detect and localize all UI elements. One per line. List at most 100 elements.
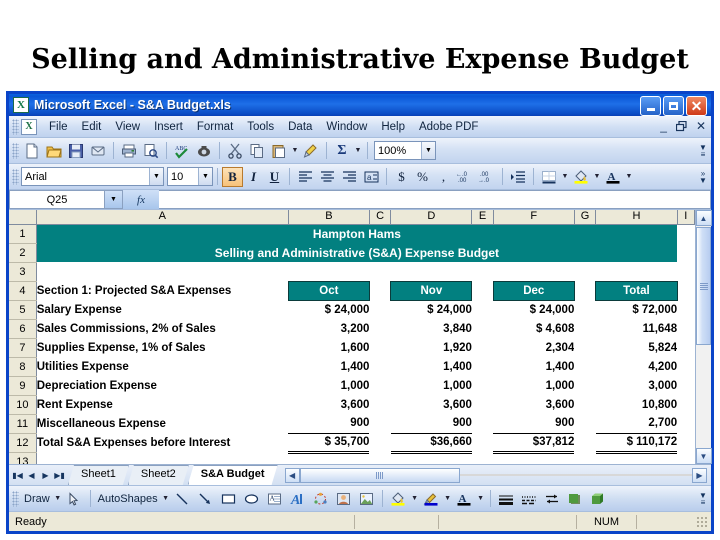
column-header-e[interactable]: E (471, 210, 494, 225)
cell-header-total[interactable]: Total (595, 280, 678, 301)
cell-dec-depreciation[interactable]: 1,000 (493, 376, 575, 395)
scroll-right-icon[interactable]: ▶ (692, 467, 707, 483)
document-restore-icon[interactable] (675, 120, 687, 132)
cell-total-miscellaneous[interactable]: 2,700 (596, 414, 677, 433)
paste-dropdown-icon[interactable]: ▼ (290, 147, 300, 154)
last-sheet-icon[interactable]: ▶▮ (53, 471, 66, 480)
dash-style-icon[interactable] (518, 488, 541, 509)
cell-oct-miscellaneous[interactable]: 900 (288, 414, 369, 433)
fill-color-icon[interactable] (387, 488, 410, 509)
row-header-2[interactable]: 2 (9, 243, 37, 263)
name-box[interactable]: Q25 (9, 190, 105, 209)
vertical-scroll-thumb[interactable] (696, 227, 711, 345)
column-header-g[interactable]: G (574, 210, 597, 225)
cell-header-nov[interactable]: Nov (390, 280, 473, 301)
select-all-corner[interactable] (9, 210, 37, 225)
menu-item-help[interactable]: Help (374, 119, 412, 135)
cell-i4[interactable] (677, 281, 694, 300)
print-icon[interactable] (118, 140, 140, 161)
menu-item-adobe-pdf[interactable]: Adobe PDF (412, 119, 485, 135)
menu-item-view[interactable]: View (108, 119, 147, 135)
scroll-up-icon[interactable]: ▲ (695, 210, 712, 226)
insert-function-button[interactable]: fx (123, 190, 159, 209)
cell-nov-miscellaneous[interactable]: 900 (391, 414, 472, 433)
cell-label-commissions[interactable]: Sales Commissions, 2% of Sales (36, 319, 288, 338)
zoom-combo[interactable]: 100% ▼ (374, 141, 436, 160)
open-icon[interactable] (43, 140, 65, 161)
bold-button[interactable]: B (222, 166, 243, 187)
maximize-button[interactable] (663, 96, 684, 116)
previous-sheet-icon[interactable]: ◀ (25, 471, 38, 480)
font-name-combo[interactable]: Arial ▼ (21, 167, 164, 186)
cell-total-utilities[interactable]: 4,200 (596, 357, 677, 376)
cell-g9[interactable] (574, 376, 595, 395)
save-icon[interactable] (65, 140, 87, 161)
cell-total-depreciation[interactable]: 3,000 (596, 376, 677, 395)
horizontal-scroll-thumb[interactable] (299, 467, 460, 483)
align-left-icon[interactable] (294, 166, 316, 187)
cell-nov-utilities[interactable]: 1,400 (391, 357, 472, 376)
decrease-decimal-icon[interactable]: .00 →.0 (476, 166, 498, 187)
align-right-icon[interactable] (338, 166, 360, 187)
cell-c9[interactable] (369, 376, 390, 395)
cell-e10[interactable] (472, 395, 493, 414)
cell-g4[interactable] (574, 281, 595, 300)
row-header-1[interactable]: 1 (9, 224, 37, 244)
rectangle-icon[interactable] (217, 488, 240, 509)
menu-item-file[interactable]: File (42, 119, 75, 135)
standard-toolbar-grip-icon[interactable] (12, 142, 19, 159)
first-sheet-icon[interactable]: ▮◀ (11, 471, 24, 480)
oval-icon[interactable] (240, 488, 263, 509)
menu-item-insert[interactable]: Insert (147, 119, 190, 135)
cell-c10[interactable] (369, 395, 390, 414)
cell-total-salary[interactable]: $ 72,000 (596, 300, 677, 319)
cell-c11[interactable] (369, 414, 390, 433)
horizontal-scroll-track[interactable] (459, 474, 692, 476)
standard-toolbar-overflow-button[interactable]: ▼ ≡ (697, 140, 709, 161)
cell-nov-supplies[interactable]: 1,920 (391, 338, 472, 357)
cell-i9[interactable] (677, 376, 694, 395)
clip-art-icon[interactable] (332, 488, 355, 509)
row-header-6[interactable]: 6 (9, 319, 37, 339)
cell-section-label[interactable]: Section 1: Projected S&A Expenses (36, 281, 288, 300)
line-color-dropdown-icon[interactable]: ▼ (443, 495, 453, 502)
cell-e9[interactable] (472, 376, 493, 395)
cell-row13-blank[interactable] (36, 452, 694, 464)
underline-button[interactable]: U (264, 167, 285, 187)
italic-button[interactable]: I (243, 167, 264, 187)
cell-label-salary[interactable]: Salary Expense (36, 300, 288, 319)
line-color-icon[interactable] (420, 488, 443, 509)
next-sheet-icon[interactable]: ▶ (39, 471, 52, 480)
increase-decimal-icon[interactable]: ←.0.00 (454, 166, 476, 187)
cell-oct-supplies[interactable]: 1,600 (288, 338, 370, 357)
sheet-tab-sa-budget[interactable]: S&A Budget (188, 465, 278, 485)
scroll-down-icon[interactable]: ▼ (695, 448, 712, 464)
research-icon[interactable] (193, 140, 215, 161)
formatting-toolbar-overflow-button[interactable]: » ▼ (697, 166, 709, 187)
menu-item-edit[interactable]: Edit (75, 119, 109, 135)
permission-icon[interactable] (87, 140, 109, 161)
formula-input[interactable] (159, 190, 711, 209)
close-button[interactable]: ✕ (686, 96, 707, 116)
cell-label-supplies[interactable]: Supplies Expense, 1% of Sales (36, 338, 288, 357)
worksheet-grid[interactable]: A B C D E F G H I 1 Hampton Hams 2 Selli… (9, 210, 695, 464)
cell-g5[interactable] (574, 300, 595, 319)
cell-dec-miscellaneous[interactable]: 900 (493, 414, 574, 433)
cell-dec-salary[interactable]: $ 24,000 (493, 300, 575, 319)
draw-menu-button[interactable]: Draw (21, 493, 53, 505)
cell-oct-rent[interactable]: 3,600 (288, 395, 370, 414)
merge-center-icon[interactable]: a (360, 166, 382, 187)
cell-dec-utilities[interactable]: 1,400 (493, 357, 575, 376)
arrow-style-icon[interactable] (541, 488, 564, 509)
cell-label-utilities[interactable]: Utilities Expense (36, 357, 288, 376)
zoom-dropdown-icon[interactable]: ▼ (421, 142, 435, 159)
name-box-dropdown-icon[interactable]: ▼ (105, 190, 123, 209)
draw-dropdown-icon[interactable]: ▼ (53, 495, 63, 502)
row-header-3[interactable]: 3 (9, 262, 37, 282)
increase-indent-icon[interactable] (507, 166, 529, 187)
cut-icon[interactable] (224, 140, 246, 161)
cell-g12[interactable] (574, 433, 595, 452)
row-header-8[interactable]: 8 (9, 357, 37, 377)
menu-item-window[interactable]: Window (319, 119, 374, 135)
font-color-dropdown-icon[interactable]: ▼ (624, 173, 634, 180)
